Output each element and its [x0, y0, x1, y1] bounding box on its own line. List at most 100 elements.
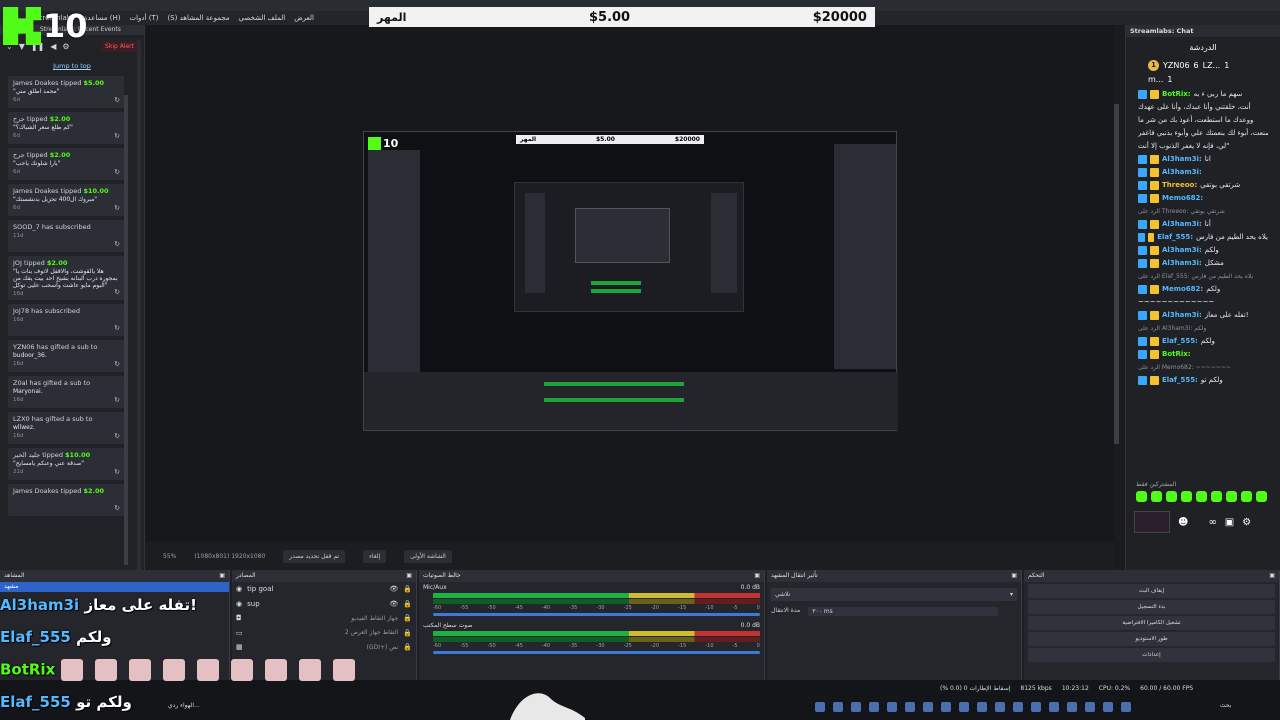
duration-row: مدة الانتقال ٣٠٠ ms — [771, 607, 1017, 616]
jump-to-top-link[interactable]: Jump to top — [0, 62, 144, 70]
replay-icon[interactable]: ↻ — [114, 168, 120, 176]
app-icon[interactable] — [1121, 702, 1131, 712]
emote-icon[interactable] — [1151, 491, 1162, 502]
replay-icon[interactable]: ↻ — [114, 132, 120, 140]
search-box[interactable]: بحث — [1220, 702, 1231, 709]
settings-button[interactable]: إعدادات — [1028, 648, 1275, 662]
emote-icon[interactable] — [1211, 491, 1222, 502]
lock-icon[interactable]: 🔒 — [403, 629, 412, 637]
menu-scene-collection[interactable]: (S) مجموعة المشاهد — [167, 14, 229, 22]
volume-slider[interactable] — [433, 613, 760, 616]
transition-select[interactable]: تلاشي ▾ — [771, 588, 1017, 601]
lock-sources-button[interactable]: تم قفل تحديد مصدر — [283, 549, 346, 563]
replay-icon[interactable]: ↻ — [114, 360, 120, 368]
app-icon[interactable] — [869, 702, 879, 712]
scene-item-selected[interactable]: مشهد — [0, 582, 229, 592]
menu-tools[interactable]: أدوات (T) — [129, 14, 158, 22]
event-age: 16d — [13, 397, 24, 403]
chat-user[interactable]: Elaf_555: — [1157, 231, 1193, 244]
chat-user[interactable]: Threeoo: — [1162, 179, 1197, 192]
app-icon[interactable] — [887, 702, 897, 712]
app-icon[interactable] — [1031, 702, 1041, 712]
app-icon[interactable] — [905, 702, 915, 712]
app-icon[interactable] — [815, 702, 825, 712]
replay-icon[interactable]: ↻ — [114, 324, 120, 332]
dock-menu-icon[interactable]: ▣ — [1269, 570, 1275, 582]
eye-icon[interactable]: 👁 — [389, 600, 398, 608]
dock-menu-icon[interactable]: ▣ — [219, 570, 225, 582]
emote-icon[interactable] — [1226, 491, 1237, 502]
chat-user[interactable]: Al3ham3i: — [1162, 257, 1202, 270]
volume-slider[interactable] — [433, 651, 760, 654]
cancel-button[interactable]: إلغاء — [363, 549, 387, 563]
stop-stream-button[interactable]: إيقاف البث — [1028, 584, 1275, 598]
eye-icon[interactable]: 👁 — [389, 585, 398, 593]
lock-icon[interactable]: 🔒 — [403, 600, 412, 608]
scale-tick: 0 — [756, 605, 760, 611]
app-icon[interactable] — [833, 702, 843, 712]
lock-icon[interactable]: 🔒 — [403, 643, 412, 651]
app-icon[interactable] — [1049, 702, 1059, 712]
chat-user[interactable]: Al3ham3i: — [1162, 244, 1202, 257]
app-icon[interactable] — [923, 702, 933, 712]
dock-menu-icon[interactable]: ▣ — [1011, 570, 1017, 582]
chat-user[interactable]: Memo682: — [1162, 192, 1203, 205]
emote-icon[interactable] — [1181, 491, 1192, 502]
replay-icon[interactable]: ↻ — [114, 240, 120, 248]
app-icon[interactable] — [1067, 702, 1077, 712]
lock-icon[interactable]: 🔒 — [403, 585, 412, 593]
chat-text: يلاه يحد الطيم من فارس — [1196, 233, 1268, 241]
skip-alert-button[interactable]: Skip Alert — [101, 40, 138, 52]
source-item[interactable]: ◉ tip goal 👁 🔒 — [232, 582, 416, 597]
duration-input[interactable]: ٣٠٠ ms — [808, 607, 999, 616]
shop-icon[interactable]: ▣ — [1225, 517, 1234, 528]
studio-mode-button[interactable]: طور الاستوديو — [1028, 632, 1275, 646]
app-icon[interactable] — [1103, 702, 1113, 712]
dock-scrollbar[interactable] — [137, 40, 141, 570]
chat-user[interactable]: BotRix: — [1162, 88, 1191, 101]
menu-view[interactable]: العرض — [294, 14, 314, 22]
menu-profile[interactable]: الملف الشخصي — [239, 14, 286, 22]
first-screen-button[interactable]: الشاشة الأولى — [404, 549, 452, 563]
replay-icon[interactable]: ↻ — [114, 96, 120, 104]
emote-icon[interactable] — [1136, 491, 1147, 502]
app-icon[interactable] — [995, 702, 1005, 712]
chat-user[interactable]: Memo682: — [1162, 283, 1203, 296]
start-recording-button[interactable]: بدء التسجيل — [1028, 600, 1275, 614]
emote-icon[interactable] — [1166, 491, 1177, 502]
dock-menu-icon[interactable]: ▣ — [754, 570, 760, 582]
chat-scrollbar[interactable] — [1114, 104, 1119, 444]
virtual-camera-button[interactable]: تشغيل الكاميرا الافتراضية — [1028, 616, 1275, 630]
emote-icon[interactable] — [1256, 491, 1267, 502]
chat-user[interactable]: BotRix: — [1162, 348, 1191, 361]
replay-icon[interactable]: ↻ — [114, 396, 120, 404]
replay-icon[interactable]: ↻ — [114, 468, 120, 476]
replay-icon[interactable]: ↻ — [114, 504, 120, 512]
replay-icon[interactable]: ↻ — [114, 288, 120, 296]
app-icon[interactable] — [851, 702, 861, 712]
replay-icon[interactable]: ↻ — [114, 204, 120, 212]
gear-icon[interactable]: ⚙ — [1242, 517, 1251, 528]
app-icon[interactable] — [1085, 702, 1095, 712]
app-icon[interactable] — [1013, 702, 1023, 712]
crown-icon — [1150, 220, 1159, 229]
chat-user[interactable]: Al3ham3i: — [1162, 218, 1202, 231]
dock-menu-icon[interactable]: ▣ — [406, 570, 412, 582]
chat-user[interactable]: Al3ham3i: — [1162, 153, 1202, 166]
lock-icon[interactable]: 🔒 — [403, 614, 412, 622]
link-icon[interactable]: ∞ — [1208, 517, 1216, 528]
chat-user[interactable]: Al3ham3i: — [1162, 309, 1202, 322]
app-icon[interactable] — [941, 702, 951, 712]
emote-icon[interactable] — [1196, 491, 1207, 502]
emoji-icon[interactable]: ☻ — [1178, 517, 1188, 528]
events-scrollbar[interactable] — [124, 95, 128, 565]
emote-icon[interactable] — [1241, 491, 1252, 502]
app-icon[interactable] — [959, 702, 969, 712]
chat-user[interactable]: Elaf_555: — [1162, 374, 1198, 387]
chat-user[interactable]: Al3ham3i: — [1162, 166, 1202, 179]
overlay-user: Elaf_555 — [0, 693, 71, 711]
app-icon[interactable] — [977, 702, 987, 712]
chat-avatar[interactable] — [1134, 511, 1170, 533]
replay-icon[interactable]: ↻ — [114, 432, 120, 440]
chat-user[interactable]: Elaf_555: — [1162, 335, 1198, 348]
